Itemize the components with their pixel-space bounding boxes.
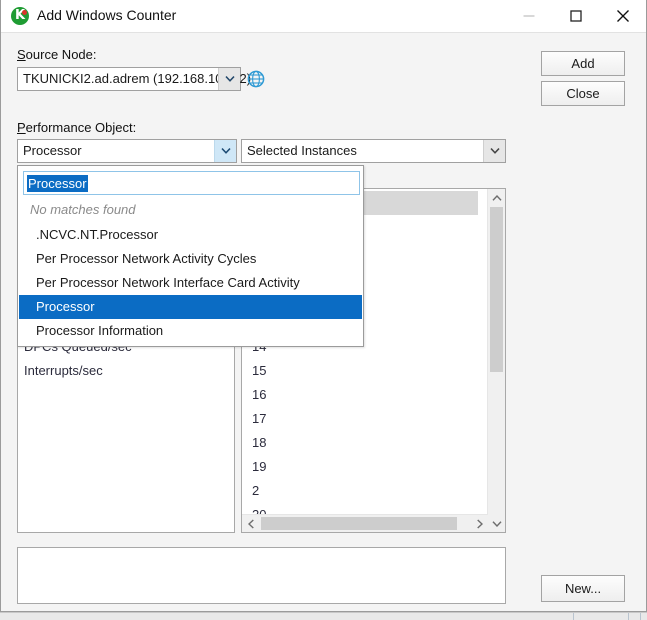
performance-object-dropdown: Processor No matches found .NCVC.NT.Proc…: [17, 165, 364, 347]
globe-icon[interactable]: [247, 70, 265, 88]
source-node-value: TKUNICKI2.ad.adrem (192.168.10.112): [23, 71, 252, 86]
dropdown-item[interactable]: .NCVC.NT.Processor: [19, 223, 362, 247]
performance-object-label-accel: P: [17, 120, 26, 135]
instance-list-horizontal-scrollbar[interactable]: [242, 514, 488, 532]
close-button[interactable]: Close: [541, 81, 625, 106]
performance-object-label-rest: erformance Object:: [25, 120, 137, 135]
dropdown-item[interactable]: Processor Information: [19, 319, 362, 343]
instance-list-item[interactable]: 2: [246, 479, 478, 503]
dropdown-item[interactable]: Per Processor Network Interface Card Act…: [19, 271, 362, 295]
maximize-icon[interactable]: [553, 0, 599, 32]
dropdown-item[interactable]: Processor: [19, 295, 362, 319]
source-node-combo[interactable]: TKUNICKI2.ad.adrem (192.168.10.112): [17, 67, 251, 91]
scroll-right-icon[interactable]: [471, 515, 488, 532]
dropdown-search-selected-text: Processor: [27, 175, 88, 192]
counter-list-item[interactable]: Interrupts/sec: [18, 359, 234, 383]
scroll-left-icon[interactable]: [242, 515, 259, 532]
source-node-chevron-down-icon[interactable]: [218, 68, 240, 90]
window-title: Add Windows Counter: [37, 7, 177, 23]
instance-list-item[interactable]: 18: [246, 431, 478, 455]
performance-object-label: Performance Object:: [17, 120, 136, 135]
instance-list-item[interactable]: 15: [246, 359, 478, 383]
close-icon[interactable]: [600, 0, 646, 32]
scroll-up-icon[interactable]: [488, 189, 505, 206]
performance-object-value: Processor: [23, 143, 82, 158]
app-icon-glyph: K: [14, 8, 26, 23]
dropdown-item[interactable]: Per Processor Network Activity Cycles: [19, 247, 362, 271]
kiwi-logo-icon: K: [11, 7, 29, 25]
performance-object-combo[interactable]: Processor: [17, 139, 237, 163]
dropdown-search-input[interactable]: Processor: [23, 171, 360, 195]
instance-list-item[interactable]: 19: [246, 455, 478, 479]
performance-object-chevron-down-icon[interactable]: [214, 140, 236, 162]
scroll-down-icon[interactable]: [488, 515, 505, 532]
instance-list-item[interactable]: 17: [246, 407, 478, 431]
title-bar: K Add Windows Counter: [1, 0, 646, 33]
instance-list-item[interactable]: 16: [246, 383, 478, 407]
instances-combo-value: Selected Instances: [247, 143, 357, 158]
horizontal-scroll-thumb[interactable]: [261, 517, 457, 530]
dropdown-item-list: .NCVC.NT.Processor Per Processor Network …: [19, 223, 362, 343]
source-node-label-rest: ource Node:: [25, 47, 97, 62]
app-icon-dot: [22, 10, 27, 15]
add-windows-counter-dialog: K Add Windows Counter Source Node: TKUNI…: [0, 0, 647, 612]
no-matches-label: No matches found: [30, 202, 136, 217]
add-button[interactable]: Add: [541, 51, 625, 76]
instances-combo-chevron-down-icon[interactable]: [483, 140, 505, 162]
source-node-label: Source Node:: [17, 47, 97, 62]
source-node-label-accel: S: [17, 47, 26, 62]
minimize-icon[interactable]: [506, 0, 552, 32]
vertical-scroll-thumb[interactable]: [490, 207, 503, 372]
instances-combo[interactable]: Selected Instances: [241, 139, 506, 163]
new-button[interactable]: New...: [541, 575, 625, 602]
instance-list-vertical-scrollbar[interactable]: [487, 189, 505, 532]
description-box[interactable]: [17, 547, 506, 604]
